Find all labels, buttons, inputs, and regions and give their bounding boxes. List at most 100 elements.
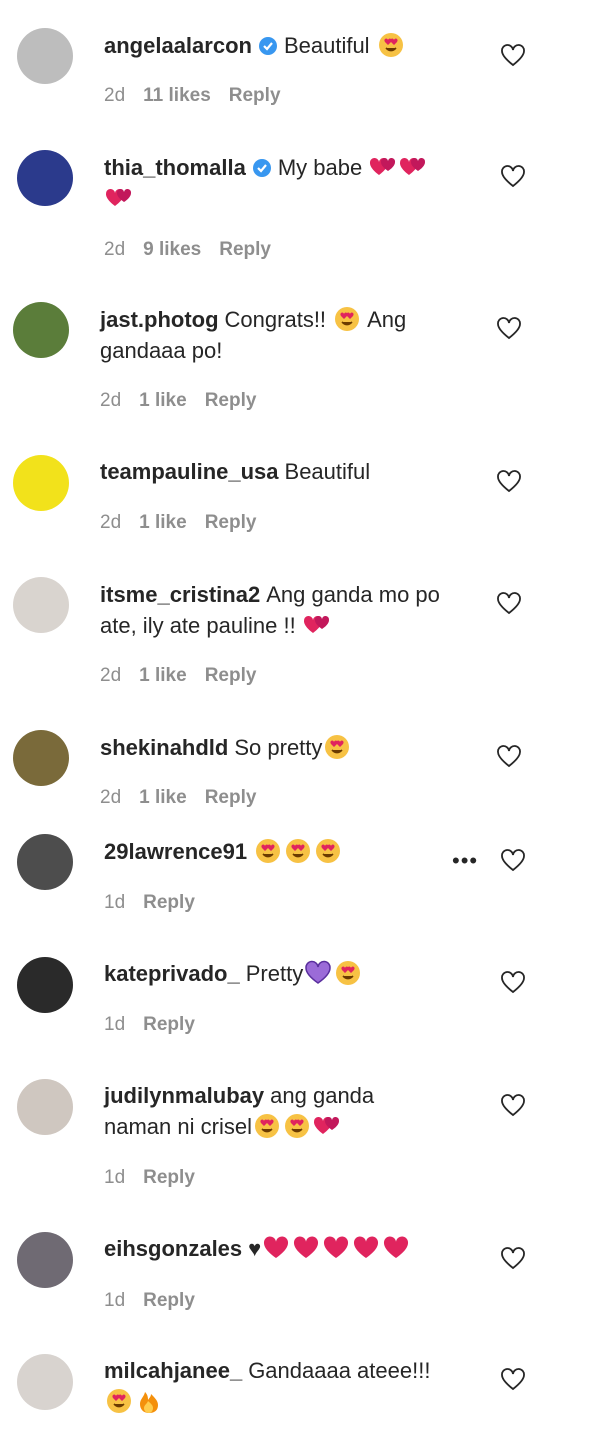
- like-heart-icon[interactable]: [500, 970, 526, 996]
- like-heart-icon[interactable]: [496, 316, 522, 342]
- comment-meta: 2d 1 like Reply: [100, 787, 274, 809]
- avatar[interactable]: [13, 577, 69, 633]
- like-heart-icon[interactable]: [500, 43, 526, 69]
- likes-count[interactable]: 1 like: [139, 512, 187, 533]
- comment-meta: 1d Reply: [104, 1167, 213, 1189]
- like-heart-icon[interactable]: [496, 744, 522, 770]
- avatar[interactable]: [13, 730, 69, 786]
- avatar[interactable]: [17, 28, 73, 84]
- like-heart-icon[interactable]: [496, 469, 522, 495]
- two-hearts-emoji-icon: [105, 184, 133, 212]
- reply-button[interactable]: Reply: [205, 665, 257, 686]
- username[interactable]: itsme_cristina2: [100, 582, 260, 607]
- more-options-icon[interactable]: •••: [452, 848, 478, 874]
- avatar[interactable]: [17, 1079, 73, 1135]
- comment-body: My babe: [277, 155, 363, 180]
- avatar[interactable]: [17, 834, 73, 890]
- reply-button[interactable]: Reply: [143, 1014, 195, 1035]
- avatar[interactable]: [13, 302, 69, 358]
- username[interactable]: judilynmalubay: [104, 1083, 264, 1108]
- heart-eyes-emoji-icon: [254, 837, 282, 865]
- username[interactable]: 29lawrence91: [104, 839, 247, 864]
- timestamp: 1d: [104, 892, 126, 913]
- username[interactable]: thia_thomalla: [104, 155, 246, 180]
- like-heart-icon[interactable]: [500, 1246, 526, 1272]
- avatar[interactable]: [17, 1232, 73, 1288]
- reply-button[interactable]: Reply: [205, 512, 257, 533]
- heart-eyes-emoji-icon: [283, 1112, 311, 1140]
- verified-badge-icon: [258, 37, 277, 55]
- reply-button[interactable]: Reply: [229, 85, 281, 106]
- username[interactable]: milcahjanee_: [104, 1358, 242, 1383]
- timestamp: 2d: [104, 239, 126, 260]
- comment-text: eihsgonzales ♥: [104, 1233, 454, 1264]
- comment-meta: 2d 1 like Reply: [100, 665, 274, 687]
- two-hearts-emoji-icon: [369, 153, 397, 181]
- two-hearts-emoji-icon: [313, 1112, 341, 1140]
- comment-meta: 1d Reply: [104, 1014, 213, 1036]
- likes-count[interactable]: 11 likes: [143, 85, 211, 106]
- comment-text: milcahjanee_ Gandaaaa ateee!!!: [104, 1355, 454, 1417]
- comment-text: 29lawrence91: [104, 836, 444, 867]
- timestamp: 2d: [100, 787, 122, 808]
- username[interactable]: jast.photog: [100, 307, 219, 332]
- red-heart-emoji-icon: [262, 1234, 290, 1262]
- likes-count[interactable]: 9 likes: [143, 239, 201, 260]
- heart-eyes-emoji-icon: [105, 1387, 133, 1415]
- like-heart-icon[interactable]: [500, 1093, 526, 1119]
- timestamp: 1d: [104, 1167, 126, 1188]
- avatar[interactable]: [13, 455, 69, 511]
- red-heart-emoji-icon: [322, 1234, 350, 1262]
- comment-body: Gandaaaa ateee!!!: [248, 1358, 431, 1383]
- reply-button[interactable]: Reply: [205, 390, 257, 411]
- comment-text: angelaalarcon Beautiful: [104, 30, 444, 61]
- comment-body: Congrats!!: [224, 307, 327, 332]
- heart-eyes-emoji-icon: [253, 1112, 281, 1140]
- like-heart-icon[interactable]: [500, 164, 526, 190]
- reply-button[interactable]: Reply: [143, 892, 195, 913]
- reply-button[interactable]: Reply: [219, 239, 271, 260]
- avatar[interactable]: [17, 957, 73, 1013]
- timestamp: 1d: [104, 1014, 126, 1035]
- avatar[interactable]: [17, 150, 73, 206]
- verified-badge-icon: [252, 159, 271, 177]
- likes-count[interactable]: 1 like: [139, 390, 187, 411]
- comment-body: So pretty: [234, 735, 323, 760]
- reply-button[interactable]: Reply: [205, 787, 257, 808]
- comment-text: shekinahdld So pretty: [100, 732, 440, 763]
- heart-eyes-emoji-icon: [333, 305, 361, 333]
- comment-text: itsme_cristina2 Ang ganda mo po ate, ily …: [100, 579, 445, 641]
- heart-eyes-emoji-icon: [334, 959, 362, 987]
- timestamp: 2d: [104, 85, 126, 106]
- timestamp: 2d: [100, 512, 122, 533]
- like-heart-icon[interactable]: [500, 848, 526, 874]
- two-hearts-emoji-icon: [399, 153, 427, 181]
- comment-body: ♥: [248, 1236, 262, 1261]
- comment-body: Pretty: [245, 961, 304, 986]
- heart-eyes-emoji-icon: [314, 837, 342, 865]
- username[interactable]: kateprivado_: [104, 961, 240, 986]
- heart-eyes-emoji-icon: [284, 837, 312, 865]
- like-heart-icon[interactable]: [496, 591, 522, 617]
- comment-text: jast.photog Congrats!! Ang gandaaa po!: [100, 304, 445, 366]
- comment-text: thia_thomalla My babe: [104, 152, 444, 214]
- timestamp: 2d: [100, 390, 122, 411]
- comment-text: kateprivado_ Pretty: [104, 958, 444, 989]
- heart-eyes-emoji-icon: [323, 733, 351, 761]
- two-hearts-emoji-icon: [303, 611, 331, 639]
- comment-meta: 2d 1 like Reply: [100, 390, 274, 412]
- likes-count[interactable]: 1 like: [139, 787, 187, 808]
- comment-meta: 1d Reply: [104, 892, 213, 914]
- like-heart-icon[interactable]: [500, 1367, 526, 1393]
- reply-button[interactable]: Reply: [143, 1290, 195, 1311]
- username[interactable]: eihsgonzales: [104, 1236, 242, 1261]
- avatar[interactable]: [17, 1354, 73, 1410]
- likes-count[interactable]: 1 like: [139, 665, 187, 686]
- username[interactable]: teampauline_usa: [100, 459, 279, 484]
- comment-meta: 2d 1 like Reply: [100, 512, 274, 534]
- username[interactable]: angelaalarcon: [104, 33, 252, 58]
- heart-eyes-emoji-icon: [377, 31, 405, 59]
- username[interactable]: shekinahdld: [100, 735, 228, 760]
- comment-meta: 2d 11 likes Reply: [104, 85, 299, 107]
- reply-button[interactable]: Reply: [143, 1167, 195, 1188]
